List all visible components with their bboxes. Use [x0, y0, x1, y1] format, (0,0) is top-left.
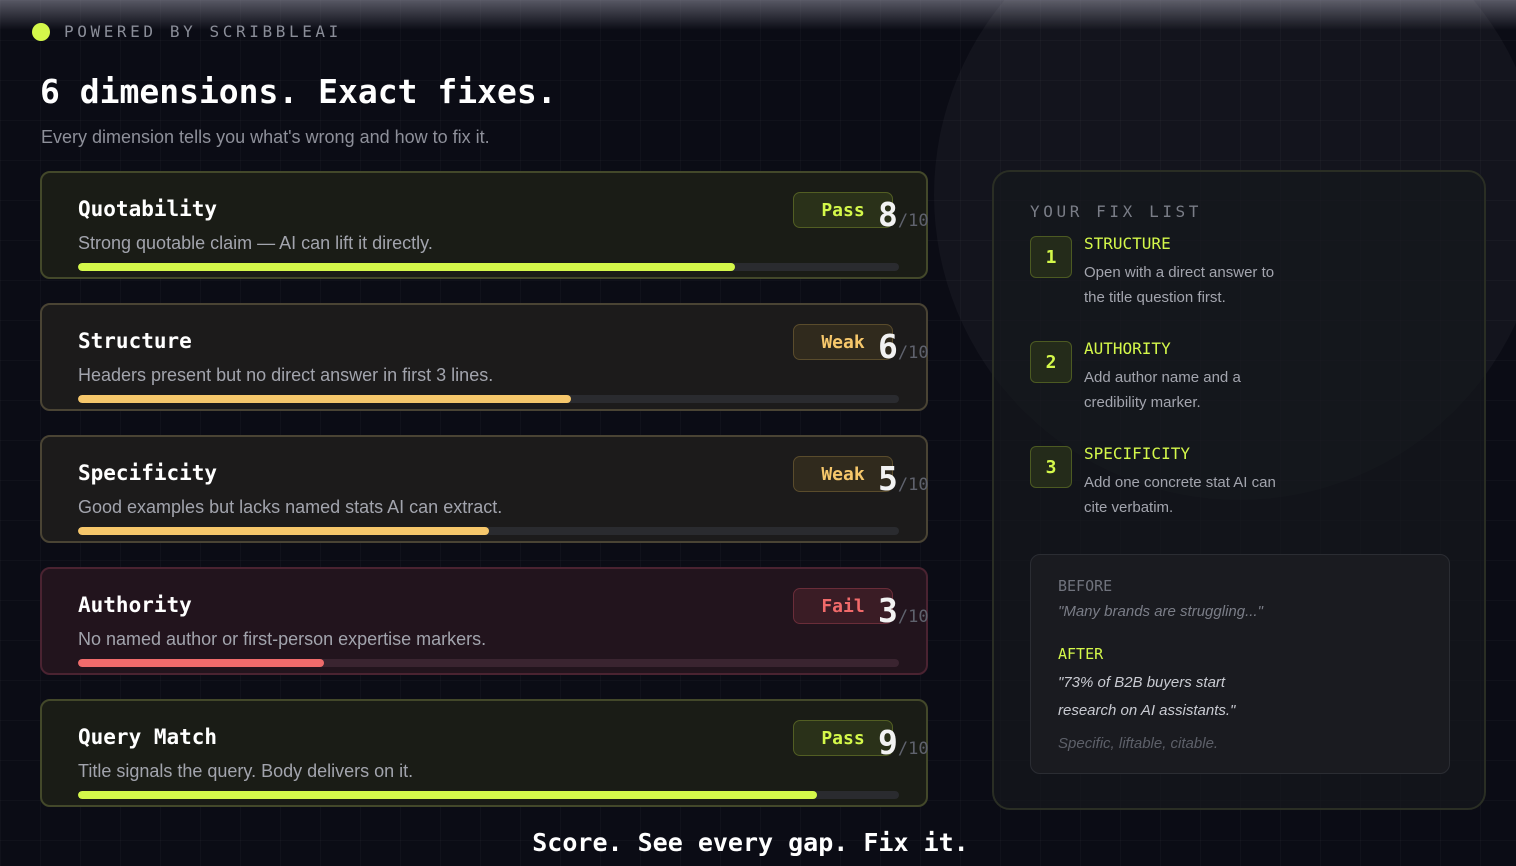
dimension-card-query-match: Query Match Title signals the query. Bod… — [40, 699, 929, 807]
score-max: /10 — [897, 343, 929, 363]
fix-title: SPECIFICITY — [1084, 444, 1190, 463]
before-after-box: BEFORE "Many brands are struggling..." A… — [1030, 554, 1450, 774]
score-bar-fill — [78, 263, 735, 271]
dimension-card-authority: Authority No named author or first-perso… — [40, 567, 929, 675]
score-value: 9 — [878, 723, 898, 762]
score-bar-track — [78, 527, 899, 535]
score: 3/10 — [878, 591, 929, 630]
dimension-card-quotability: Quotability Strong quotable claim — AI c… — [40, 171, 929, 279]
dimension-description: Strong quotable claim — AI can lift it d… — [78, 233, 433, 253]
score-bar-fill — [78, 659, 325, 667]
status-dot-icon — [32, 22, 50, 41]
score: 8/10 — [878, 195, 929, 234]
fix-text: Add one concrete stat AI can cite verbat… — [1084, 474, 1276, 516]
before-after-note: Specific, liftable, citable. — [1058, 735, 1219, 752]
score-max: /10 — [897, 607, 929, 627]
score: 5/10 — [878, 459, 929, 498]
powered-by-text: POWERED BY SCRIBBLEAI — [64, 22, 342, 41]
dimension-description: No named author or first-person expertis… — [78, 629, 487, 649]
dimension-name: Specificity — [78, 461, 218, 485]
tagline: Score. See every gap. Fix it. — [532, 828, 969, 857]
dimension-name: Authority — [78, 593, 192, 617]
after-quote: "73% of B2B buyers start research on AI … — [1058, 674, 1236, 719]
fix-number: 3 — [1030, 446, 1072, 488]
dimension-card-structure: Structure Headers present but no direct … — [40, 303, 929, 411]
score-max: /10 — [897, 739, 929, 759]
page-subtitle: Every dimension tells you what's wrong a… — [41, 127, 490, 147]
score: 9/10 — [878, 723, 929, 762]
fix-title: AUTHORITY — [1084, 339, 1171, 358]
fix-item-specificity: 3 SPECIFICITY Add one concrete stat AI c… — [1030, 444, 1450, 536]
score-max: /10 — [897, 211, 929, 231]
powered-by: POWERED BY SCRIBBLEAI — [32, 22, 342, 41]
score-value: 6 — [878, 327, 898, 366]
dimension-description: Good examples but lacks named stats AI c… — [78, 497, 503, 517]
score-value: 8 — [878, 195, 898, 234]
score-bar-fill — [78, 395, 571, 403]
score: 6/10 — [878, 327, 929, 366]
fix-item-authority: 2 AUTHORITY Add author name and a credib… — [1030, 339, 1450, 431]
dimension-description: Headers present but no direct answer in … — [78, 365, 494, 385]
before-label: BEFORE — [1058, 577, 1113, 595]
dimension-description: Title signals the query. Body delivers o… — [78, 761, 414, 781]
fix-list-panel: YOUR FIX LIST 1 STRUCTURE Open with a di… — [992, 170, 1486, 810]
fix-item-structure: 1 STRUCTURE Open with a direct answer to… — [1030, 234, 1450, 326]
dimension-card-specificity: Specificity Good examples but lacks name… — [40, 435, 929, 543]
score-value: 3 — [878, 591, 898, 630]
score-bar-track — [78, 263, 899, 271]
fix-text: Add author name and a credibility marker… — [1084, 369, 1241, 411]
dimension-name: Structure — [78, 329, 192, 353]
score-bar-track — [78, 659, 899, 667]
score-bar-fill — [78, 791, 817, 799]
fix-text: Open with a direct answer to the title q… — [1084, 264, 1275, 306]
score-max: /10 — [897, 475, 929, 495]
fix-title: STRUCTURE — [1084, 234, 1171, 253]
score-value: 5 — [878, 459, 898, 498]
score-bar-track — [78, 791, 899, 799]
fix-list-heading: YOUR FIX LIST — [1030, 202, 1203, 221]
score-bar-track — [78, 395, 899, 403]
score-bar-fill — [78, 527, 489, 535]
dimension-name: Query Match — [78, 725, 218, 749]
dimension-name: Quotability — [78, 197, 218, 221]
after-label: AFTER — [1058, 645, 1104, 663]
fix-number: 1 — [1030, 236, 1072, 278]
page-title: 6 dimensions. Exact fixes. — [40, 72, 557, 111]
before-quote: "Many brands are struggling..." — [1058, 603, 1263, 620]
fix-number: 2 — [1030, 341, 1072, 383]
